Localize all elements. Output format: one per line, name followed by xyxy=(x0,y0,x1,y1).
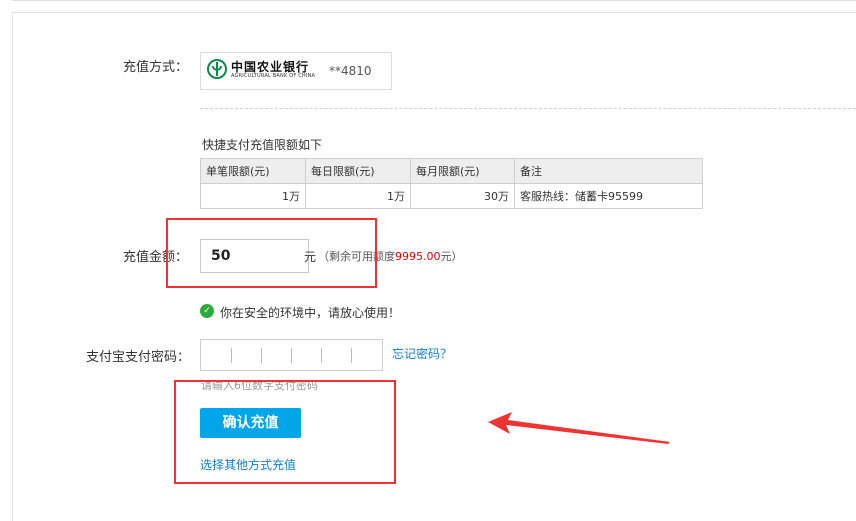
limits-header-cell: 每月限额(元) xyxy=(410,158,515,184)
limits-header-cell: 每日限额(元) xyxy=(305,158,411,184)
password-label: 支付宝支付密码： xyxy=(85,350,190,365)
abc-bank-logo-icon xyxy=(207,59,227,79)
limits-table: 单笔限额(元) 每日限额(元) 每月限额(元) 备注 1万 1万 30万 客服热… xyxy=(200,158,703,209)
highlight-box-amount xyxy=(166,218,377,288)
limits-cell: 1万 xyxy=(200,183,306,209)
password-cell-divider xyxy=(261,348,262,363)
limits-header-cell: 备注 xyxy=(514,158,703,184)
dashed-divider xyxy=(200,108,856,109)
security-message: 你在安全的环境中，请放心使用！ xyxy=(220,306,401,320)
red-arrow-icon xyxy=(488,412,670,444)
highlight-box-confirm xyxy=(174,380,396,484)
forgot-password-link[interactable]: 忘记密码？ xyxy=(392,345,452,362)
limits-header-row: 单笔限额(元) 每日限额(元) 每月限额(元) 备注 xyxy=(200,158,703,184)
bank-name-en: AGRICULTURAL BANK OF CHINA xyxy=(231,73,316,79)
limits-title: 快捷支付充值限额如下 xyxy=(202,138,323,152)
top-divider xyxy=(12,0,856,13)
limits-cell: 1万 xyxy=(305,183,411,209)
table-row: 1万 1万 30万 客服热线：储蓄卡95599 xyxy=(200,183,703,209)
remaining-value: 9995.00 xyxy=(395,250,441,263)
payment-method-label: 充值方式： xyxy=(122,60,188,75)
limits-cell: 客服热线：储蓄卡95599 xyxy=(514,183,703,209)
limits-cell: 30万 xyxy=(410,183,515,209)
card-suffix: **4810 xyxy=(329,64,372,78)
password-cell-divider xyxy=(231,348,232,363)
check-circle-icon: ✓ xyxy=(200,304,214,318)
password-input[interactable] xyxy=(200,339,383,371)
bank-card-selector[interactable]: 中国农业银行 AGRICULTURAL BANK OF CHINA **4810 xyxy=(200,52,392,90)
password-cell-divider xyxy=(321,348,322,363)
left-divider xyxy=(12,11,13,521)
limits-header-cell: 单笔限额(元) xyxy=(200,158,306,184)
password-cell-divider xyxy=(291,348,292,363)
remaining-suffix: 元） xyxy=(440,250,463,263)
password-cell-divider xyxy=(351,348,352,363)
